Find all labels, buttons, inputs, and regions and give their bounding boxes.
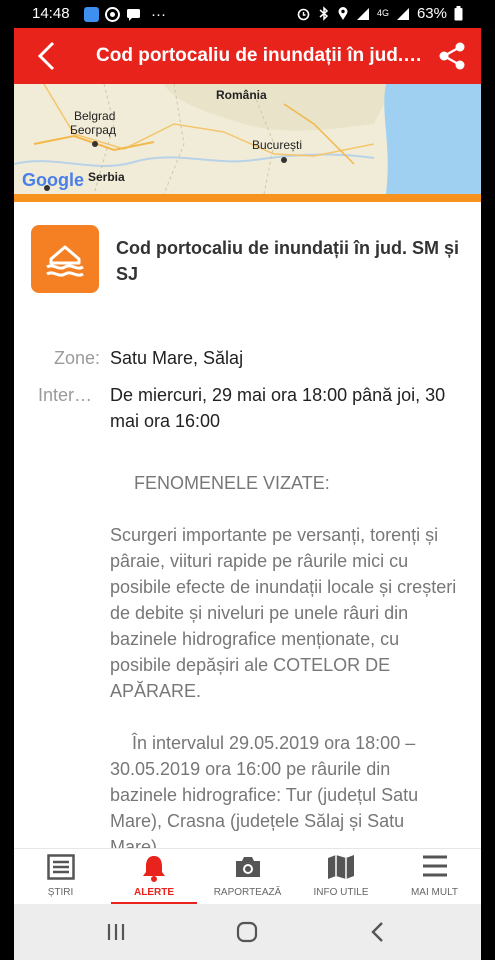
phenomena-heading: FENOMENELE VIZATE: xyxy=(134,473,330,493)
map-label-romania: România xyxy=(216,88,267,102)
interval-description: În intervalul 29.05.2019 ora 18:00 – 30.… xyxy=(110,733,419,857)
alarm-icon xyxy=(297,8,310,21)
menu-icon xyxy=(422,855,447,877)
interval-label: Interval: xyxy=(38,385,100,405)
phenomena-description: Scurgeri importante pe versanți, torenți… xyxy=(110,525,457,701)
status-bar: 14:48 ··· 4G 63% xyxy=(0,0,495,28)
bluetooth-icon xyxy=(319,6,329,21)
nav-item-mai-mult[interactable]: MAI MULT xyxy=(388,849,481,904)
share-icon[interactable] xyxy=(437,41,467,71)
notification-icons: ··· xyxy=(84,6,166,23)
system-navigation-bar xyxy=(14,904,481,960)
back-arrow-icon[interactable] xyxy=(32,40,62,72)
location-icon xyxy=(338,7,348,20)
message-icon xyxy=(127,9,140,21)
bell-icon xyxy=(143,856,165,882)
app-notification-icon xyxy=(84,7,99,22)
app-screen: Cod portocaliu de inundații în jud. SM ș… xyxy=(14,28,481,904)
alert-title: Cod portocaliu de inundații în jud. SM ș… xyxy=(116,238,459,284)
nav-label-raporteaza: RAPORTEAZĂ xyxy=(213,887,282,898)
page-title: Cod portocaliu de inundații în jud. SM ș… xyxy=(96,45,426,66)
recent-apps-icon[interactable] xyxy=(102,918,130,946)
map-icon xyxy=(328,855,354,879)
camera-icon xyxy=(235,857,260,877)
home-icon[interactable] xyxy=(233,918,261,946)
nav-label-alerte: ALERTE xyxy=(134,887,174,898)
signal-icon-2 xyxy=(396,7,409,20)
map-view[interactable]: România Belgrad Београд București Serbia… xyxy=(14,84,481,194)
interval-value: De miercuri, 29 mai ora 18:00 până joi, … xyxy=(110,385,446,431)
status-time: 14:48 xyxy=(32,5,70,22)
flood-alert-badge xyxy=(31,225,99,293)
app-bar: Cod portocaliu de inundații în jud. SM ș… xyxy=(14,28,481,84)
zone-label: Zone: xyxy=(53,348,100,368)
battery-percent: 63% xyxy=(416,5,447,22)
map-label-serbia: Serbia xyxy=(88,170,125,184)
more-notifications-icon: ··· xyxy=(151,6,166,23)
battery-icon xyxy=(454,6,463,21)
alert-color-bar xyxy=(14,194,481,202)
nav-label-stiri: ȘTIRI xyxy=(47,887,74,898)
nav-item-stiri[interactable]: ȘTIRI xyxy=(14,849,107,904)
system-status-icons: 4G 63% xyxy=(296,5,463,22)
signal-icon xyxy=(356,7,369,20)
system-back-icon[interactable] xyxy=(364,918,392,946)
nav-item-alerte[interactable]: ALERTE xyxy=(107,849,201,904)
nav-label-info-utile: INFO UTILE xyxy=(313,887,369,898)
alert-details: Cod portocaliu de inundații în jud. SM ș… xyxy=(14,202,481,857)
nav-item-raporteaza[interactable]: RAPORTEAZĂ xyxy=(201,849,294,904)
flood-house-icon xyxy=(46,245,84,277)
chrome-icon xyxy=(105,7,120,22)
network-type: 4G xyxy=(376,8,389,18)
map-label-bucuresti: București xyxy=(252,138,303,152)
bottom-navigation: ȘTIRI ALERTE RAPORTEAZĂ INFO UTILE MAI M… xyxy=(14,848,481,904)
map-label-belgrad: Belgrad xyxy=(74,109,116,123)
google-logo: Google xyxy=(22,170,84,190)
nav-label-mai-mult: MAI MULT xyxy=(410,887,459,898)
news-icon xyxy=(46,854,75,880)
map-label-beograd: Београд xyxy=(70,123,116,137)
zone-value: Satu Mare, Sălaj xyxy=(110,348,244,368)
nav-item-info-utile[interactable]: INFO UTILE xyxy=(294,849,388,904)
